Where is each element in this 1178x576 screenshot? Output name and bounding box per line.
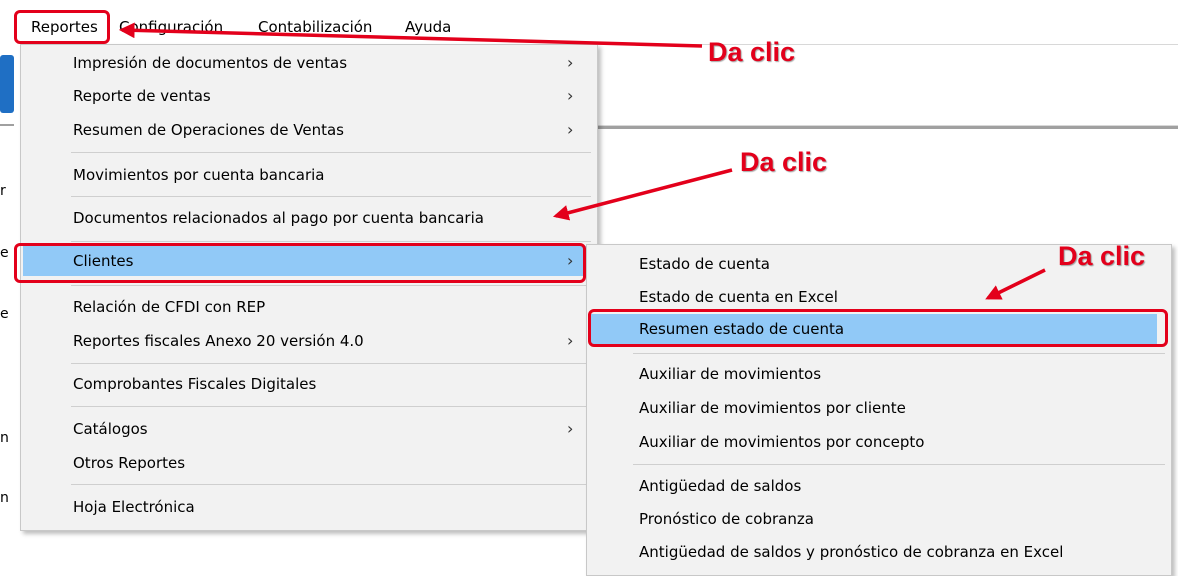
- menu-item-documentos-pago-cuenta-bancaria[interactable]: Documentos relacionados al pago por cuen…: [23, 203, 595, 233]
- menu-separator: [71, 363, 591, 364]
- annotation-label: Da clic: [708, 37, 796, 67]
- menu-item-comprobantes-fiscales-digitales[interactable]: Comprobantes Fiscales Digitales: [23, 369, 595, 399]
- menu-item-label: Resumen de Operaciones de Ventas: [73, 121, 344, 139]
- menu-item-label: Clientes: [73, 252, 134, 270]
- menu-item-label: Auxiliar de movimientos por cliente: [639, 399, 906, 417]
- menu-contabilizacion[interactable]: Contabilización: [258, 14, 372, 40]
- menu-item-label: Estado de cuenta en Excel: [639, 288, 838, 306]
- menu-item-relacion-cfdi-rep[interactable]: Relación de CFDI con REP: [23, 292, 595, 322]
- menu-item-pronostico-cobranza[interactable]: Pronóstico de cobranza: [589, 504, 1167, 534]
- menu-item-catalogos[interactable]: Catálogos ›: [23, 414, 595, 444]
- background-divider-left: [0, 124, 14, 126]
- menu-item-auxiliar-movimientos[interactable]: Auxiliar de movimientos: [589, 359, 1167, 389]
- menu-item-otros-reportes[interactable]: Otros Reportes: [23, 448, 595, 478]
- menu-separator: [71, 484, 591, 485]
- background-toolbar-icon: [0, 55, 14, 113]
- menu-separator: [633, 464, 1165, 465]
- menu-item-antiguedad-pronostico-excel[interactable]: Antigüedad de saldos y pronóstico de cob…: [589, 537, 1167, 567]
- background-text-fragment: n: [0, 430, 9, 446]
- menu-item-label: Reporte de ventas: [73, 87, 211, 105]
- chevron-right-icon: ›: [567, 53, 574, 72]
- menu-ayuda[interactable]: Ayuda: [405, 14, 451, 40]
- background-text-fragment: n: [0, 490, 9, 506]
- background-text-fragment: r: [0, 183, 6, 199]
- menu-item-label: Catálogos: [73, 420, 148, 438]
- menu-bar: Reportes Configuración Contabilización A…: [0, 0, 1178, 40]
- background-text-fragment: e: [0, 306, 9, 322]
- background-panel: [596, 44, 1178, 126]
- chevron-right-icon: ›: [567, 419, 574, 438]
- menu-item-reporte-ventas[interactable]: Reporte de ventas ›: [23, 81, 595, 111]
- menu-item-label: Pronóstico de cobranza: [639, 510, 814, 528]
- menu-item-estado-cuenta-excel[interactable]: Estado de cuenta en Excel: [589, 282, 1167, 312]
- menu-item-resumen-operaciones-ventas[interactable]: Resumen de Operaciones de Ventas ›: [23, 115, 595, 145]
- menu-item-label: Comprobantes Fiscales Digitales: [73, 375, 317, 393]
- menu-configuracion[interactable]: Configuración: [119, 14, 223, 40]
- menu-item-label: Antigüedad de saldos: [639, 477, 802, 495]
- menu-separator: [633, 353, 1165, 354]
- menu-item-auxiliar-movimientos-cliente[interactable]: Auxiliar de movimientos por cliente: [589, 393, 1167, 423]
- chevron-right-icon: ›: [567, 86, 574, 105]
- menu-item-label: Documentos relacionados al pago por cuen…: [73, 209, 484, 227]
- menu-item-antiguedad-saldos[interactable]: Antigüedad de saldos: [589, 471, 1167, 501]
- clientes-submenu: Estado de cuenta Estado de cuenta en Exc…: [586, 244, 1172, 576]
- menu-item-label: Auxiliar de movimientos: [639, 365, 822, 383]
- menu-item-label: Relación de CFDI con REP: [73, 298, 266, 316]
- menu-item-resumen-estado-cuenta[interactable]: Resumen estado de cuenta: [589, 314, 1157, 344]
- menu-item-hoja-electronica[interactable]: Hoja Electrónica: [23, 492, 595, 522]
- menu-item-label: Estado de cuenta: [639, 255, 770, 273]
- menu-reportes[interactable]: Reportes: [31, 14, 98, 40]
- menu-item-label: Movimientos por cuenta bancaria: [73, 166, 325, 184]
- background-text-fragment: e: [0, 245, 9, 261]
- annotation-label: Da clic: [740, 147, 828, 177]
- reportes-dropdown-menu: Impresión de documentos de ventas › Repo…: [20, 44, 598, 531]
- menu-item-auxiliar-movimientos-concepto[interactable]: Auxiliar de movimientos por concepto: [589, 427, 1167, 457]
- menu-item-label: Auxiliar de movimientos por concepto: [639, 433, 925, 451]
- chevron-right-icon: ›: [567, 251, 574, 270]
- menu-item-label: Resumen estado de cuenta: [639, 320, 845, 338]
- menu-item-reportes-fiscales-anexo-20[interactable]: Reportes fiscales Anexo 20 versión 4.0 ›: [23, 326, 595, 356]
- background-divider: [596, 126, 1178, 129]
- menu-item-impresion-documentos-ventas[interactable]: Impresión de documentos de ventas ›: [23, 48, 595, 78]
- menu-item-label: Antigüedad de saldos y pronóstico de cob…: [639, 543, 1064, 561]
- menu-item-label: Hoja Electrónica: [73, 498, 195, 516]
- menu-item-label: Reportes fiscales Anexo 20 versión 4.0: [73, 332, 364, 350]
- chevron-right-icon: ›: [567, 120, 574, 139]
- menu-separator: [71, 285, 591, 286]
- menu-item-label: Otros Reportes: [73, 454, 186, 472]
- menu-separator: [71, 406, 591, 407]
- menu-separator: [71, 241, 591, 242]
- menu-item-label: Impresión de documentos de ventas: [73, 54, 348, 72]
- annotation-label: Da clic: [1058, 241, 1146, 271]
- menu-item-clientes[interactable]: Clientes ›: [23, 246, 587, 276]
- menu-separator: [71, 152, 591, 153]
- menu-separator: [71, 196, 591, 197]
- menu-item-movimientos-cuenta-bancaria[interactable]: Movimientos por cuenta bancaria: [23, 160, 595, 190]
- chevron-right-icon: ›: [567, 331, 574, 350]
